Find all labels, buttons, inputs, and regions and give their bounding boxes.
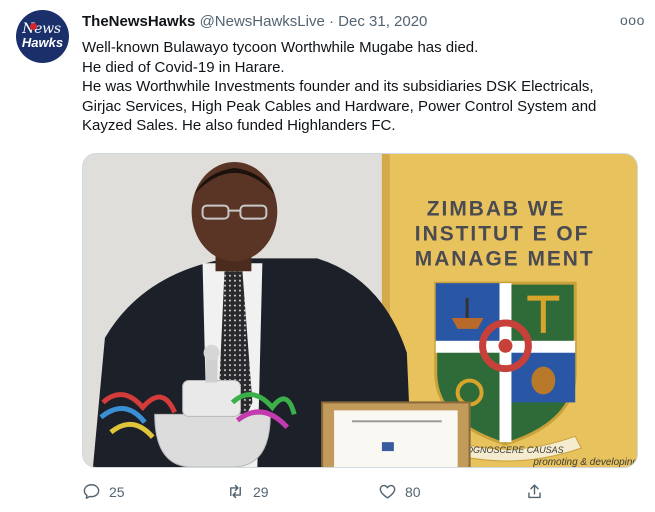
reply-count: 25 xyxy=(109,483,125,500)
tweet-date[interactable]: Dec 31, 2020 xyxy=(338,13,427,30)
crest-motto: COGNOSCERE CAUSAS xyxy=(460,445,564,455)
share-button[interactable] xyxy=(525,482,552,501)
retweet-button[interactable]: 29 xyxy=(226,482,269,501)
banner-line3: MANAGE MENT xyxy=(415,247,595,270)
like-count: 80 xyxy=(405,483,421,500)
tweet-actions: 25 29 80 xyxy=(82,482,562,504)
tweet-line: Girjac Services, High Peak Cables and Ha… xyxy=(82,97,597,115)
retweet-icon xyxy=(230,484,241,499)
share-icon xyxy=(528,484,541,499)
heart-icon xyxy=(379,484,396,499)
reply-icon xyxy=(83,484,100,499)
tweet-line: Well-known Bulawayo tycoon Worthwhile Mu… xyxy=(82,39,479,56)
like-button[interactable]: 80 xyxy=(378,482,421,501)
tweet-line: He died of Covid-19 in Harare. xyxy=(82,58,285,76)
reply-button[interactable]: 25 xyxy=(82,482,125,501)
tweet-text: Well-known Bulawayo tycoon Worthwhile Mu… xyxy=(82,38,647,136)
header-separator: · xyxy=(329,13,334,30)
photo-illustration: ZIMBAB WE INSTITUT E OF MANAGE MENT COGN… xyxy=(83,154,637,467)
banner-line1: ZIMBAB WE xyxy=(427,198,566,221)
tweet-line: He was Worthwhile Investments founder an… xyxy=(82,78,594,95)
tweet-line: Kayzed Sales. He also funded Highlanders… xyxy=(82,117,396,134)
tweet[interactable]: News Hawks TheNewsHawks @NewsHawksLive ·… xyxy=(0,0,655,512)
banner-bottom-text: promoting & developing xyxy=(532,457,637,467)
author-handle[interactable]: @NewsHawksLive xyxy=(200,13,325,30)
retweet-count: 29 xyxy=(253,483,269,500)
tweet-header: TheNewsHawks @NewsHawksLive · Dec 31, 20… xyxy=(82,12,615,32)
more-options-icon[interactable]: ooo xyxy=(620,12,645,28)
tweet-photo[interactable]: ZIMBAB WE INSTITUT E OF MANAGE MENT COGN… xyxy=(82,153,638,468)
avatar-dot xyxy=(30,23,37,30)
avatar[interactable]: News Hawks xyxy=(16,10,69,63)
avatar-line2: Hawks xyxy=(21,35,64,50)
certificate-frame xyxy=(321,401,471,467)
author-name[interactable]: TheNewsHawks xyxy=(82,13,195,30)
banner-line2: INSTITUT E OF xyxy=(415,222,590,245)
